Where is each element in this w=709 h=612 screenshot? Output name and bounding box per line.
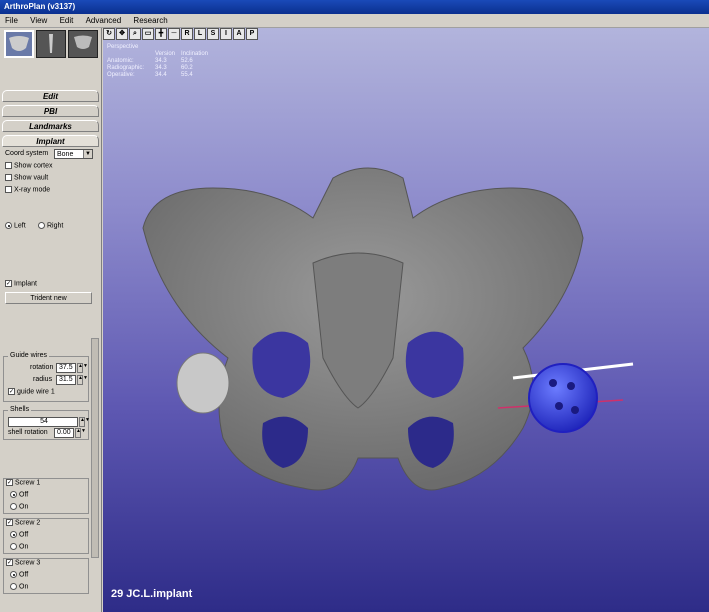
xray-mode-label: X-ray mode xyxy=(14,186,51,194)
screw-3-row[interactable]: ✓ Screw 3 xyxy=(6,559,40,566)
screw-2-on-radio[interactable] xyxy=(10,543,17,550)
3d-viewport[interactable]: ↻ ✥ ⌕ ▭ ╋ ─ R L S I A P Perspective Vers… xyxy=(103,28,709,612)
side-left-label: Left xyxy=(14,222,26,230)
side-right-radio[interactable] xyxy=(38,222,45,229)
screw-1-off-radio[interactable] xyxy=(10,491,17,498)
screw-3-off-row[interactable]: Off xyxy=(10,571,28,578)
cup-hole-4 xyxy=(571,406,579,414)
screw-1-on-radio[interactable] xyxy=(10,503,17,510)
pelvis-icon xyxy=(9,36,29,51)
femur-thumbnail[interactable] xyxy=(36,30,66,58)
cup-hole-3 xyxy=(555,402,563,410)
radius-label: radius xyxy=(33,376,53,383)
screw-2-checkbox[interactable]: ✓ xyxy=(6,519,13,526)
screw-2-off-label: Off xyxy=(19,531,29,539)
xray-mode-checkbox[interactable] xyxy=(5,186,12,193)
implant-checkbox[interactable]: ✓ xyxy=(5,280,12,287)
shell-rotation-label: shell rotation xyxy=(8,429,48,436)
screw-2-title: Screw 2 xyxy=(15,519,41,527)
menu-bar: File View Edit Advanced Research xyxy=(0,14,709,28)
coord-system-value: Bone xyxy=(57,151,74,158)
screw-1-off-row[interactable]: Off xyxy=(10,491,28,498)
show-vault-row[interactable]: Show vault xyxy=(5,174,48,181)
rotation-label: rotation xyxy=(30,364,54,371)
rotation-input[interactable]: 37.5 xyxy=(56,363,76,373)
acetabular-cup xyxy=(528,363,598,433)
shell-size-input[interactable]: 54 xyxy=(8,417,78,427)
guide-wires-title: Guide wires xyxy=(8,352,49,359)
guide-wire-1-label: guide wire 1 xyxy=(17,388,55,396)
shells-title: Shells xyxy=(8,406,32,413)
screw-3-title: Screw 3 xyxy=(15,559,41,567)
pelvis-alt-thumbnail[interactable] xyxy=(68,30,98,58)
femur-icon xyxy=(49,34,53,53)
coord-system-select[interactable]: Bone ▼ xyxy=(54,149,93,159)
screw-3-off-radio[interactable] xyxy=(10,571,17,578)
radius-input[interactable]: 31.5 xyxy=(56,375,76,385)
screw-1-checkbox[interactable]: ✓ xyxy=(6,479,13,486)
tab-implant[interactable]: Implant xyxy=(2,135,99,147)
guide-wire-1-checkbox[interactable]: ✓ xyxy=(8,388,15,395)
shell-size-spinner[interactable]: ▲▼ xyxy=(79,417,90,427)
side-left-radio[interactable] xyxy=(5,222,12,229)
show-cortex-checkbox[interactable] xyxy=(5,162,12,169)
chevron-down-icon: ▼ xyxy=(83,150,92,158)
rotation-spinner[interactable]: ▲▼ xyxy=(77,363,88,373)
xray-mode-row[interactable]: X-ray mode xyxy=(5,186,50,193)
screw-3-on-radio[interactable] xyxy=(10,583,17,590)
screw-3-on-row[interactable]: On xyxy=(10,583,28,590)
pelvis-render xyxy=(142,167,634,491)
femoral-head-left xyxy=(176,352,230,414)
shell-rotation-input[interactable]: 0.00 xyxy=(54,428,74,438)
panel-scrollbar[interactable] xyxy=(91,338,99,558)
screw-3-checkbox[interactable]: ✓ xyxy=(6,559,13,566)
menu-advanced[interactable]: Advanced xyxy=(81,14,127,28)
screw-1-on-row[interactable]: On xyxy=(10,503,28,510)
tab-landmarks[interactable]: Landmarks xyxy=(2,120,99,132)
side-right-label: Right xyxy=(47,222,64,230)
pelvis-alt-icon xyxy=(74,35,92,49)
shell-rotation-spinner[interactable]: ▲▼ xyxy=(75,428,86,438)
menu-view[interactable]: View xyxy=(25,14,52,28)
screw-1-row[interactable]: ✓ Screw 1 xyxy=(6,479,40,486)
screw-2-row[interactable]: ✓ Screw 2 xyxy=(6,519,40,526)
screw-1-on-label: On xyxy=(19,503,29,511)
radius-spinner[interactable]: ▲▼ xyxy=(77,375,88,385)
screw-3-off-label: Off xyxy=(19,571,29,579)
window-title: ArthroPlan (v3137) xyxy=(4,2,76,11)
menu-edit[interactable]: Edit xyxy=(55,14,79,28)
guide-wire-1-row[interactable]: ✓ guide wire 1 xyxy=(8,388,55,395)
implant-caption: 29 JC.L.implant xyxy=(111,588,193,600)
side-right-row[interactable]: Right xyxy=(38,222,63,229)
pelvis-thumbnail[interactable] xyxy=(4,30,34,58)
show-vault-label: Show vault xyxy=(14,174,49,182)
screw-3-on-label: On xyxy=(19,583,29,591)
window-titlebar: ArthroPlan (v3137) xyxy=(0,0,709,14)
menu-research[interactable]: Research xyxy=(128,14,172,28)
tab-pbi[interactable]: PBI xyxy=(2,105,99,117)
side-left-row[interactable]: Left xyxy=(5,222,26,229)
menu-file[interactable]: File xyxy=(0,14,23,28)
tab-edit[interactable]: Edit xyxy=(2,90,99,102)
screw-1-title: Screw 1 xyxy=(15,479,41,487)
coord-system-label: Coord system xyxy=(5,150,49,157)
screw-2-on-label: On xyxy=(19,543,29,551)
cup-hole-1 xyxy=(549,379,557,387)
screw-2-off-row[interactable]: Off xyxy=(10,531,28,538)
implant-label: Implant xyxy=(14,280,37,288)
thumbnail-strip xyxy=(2,30,100,60)
screw-2-off-radio[interactable] xyxy=(10,531,17,538)
cup-hole-2 xyxy=(567,382,575,390)
left-panel: Edit PBI Landmarks Implant Coord system … xyxy=(0,28,102,612)
show-cortex-label: Show cortex xyxy=(14,162,53,170)
screw-1-off-label: Off xyxy=(19,491,29,499)
trident-new-button[interactable]: Trident new xyxy=(5,292,92,304)
screw-2-on-row[interactable]: On xyxy=(10,543,28,550)
show-cortex-row[interactable]: Show cortex xyxy=(5,162,53,169)
implant-row[interactable]: ✓ Implant xyxy=(5,280,37,287)
show-vault-checkbox[interactable] xyxy=(5,174,12,181)
